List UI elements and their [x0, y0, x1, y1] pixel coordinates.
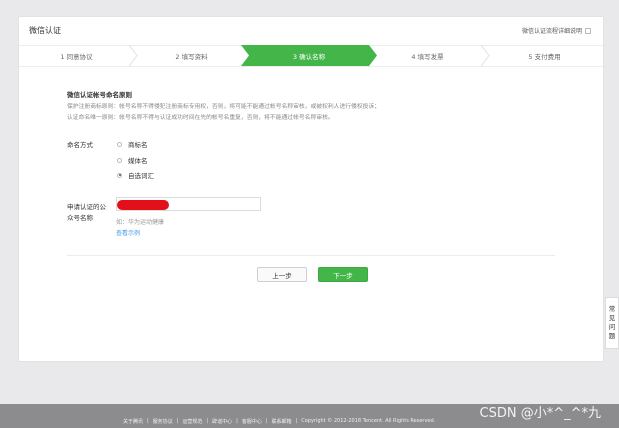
faq-side-tab[interactable]: 常 见 问 题: [605, 297, 619, 349]
radio-icon[interactable]: [117, 157, 122, 163]
footer-link-terms[interactable]: 服务协议: [153, 418, 173, 425]
faq-char: 见: [608, 314, 616, 322]
faq-char: 题: [608, 332, 616, 340]
radio-label: 自选词汇: [128, 172, 154, 180]
certification-card: 微信认证 微信认证流程详细说明 1 同意协议 2 填写资料 3 确认名称 4 填…: [18, 16, 604, 362]
account-name-label: 申请认证的公: [67, 203, 106, 211]
radio-icon[interactable]: [117, 141, 122, 147]
view-example-link[interactable]: 查看示例: [116, 228, 140, 237]
radio-label: 商标名: [128, 141, 148, 149]
radio-trademark[interactable]: 商标名: [117, 139, 148, 149]
card-header: 微信认证 微信认证流程详细说明: [19, 17, 603, 46]
footer-link-rules[interactable]: 运营规范: [182, 418, 202, 425]
help-link[interactable]: 微信认证流程详细说明: [522, 26, 591, 35]
step-separator-icon: [128, 45, 138, 66]
next-step-button[interactable]: 下一步: [318, 267, 368, 282]
step-active-tail: [241, 45, 249, 66]
page-title: 微信认证: [29, 26, 61, 35]
footer-copyright: Copyright © 2012-2018 Tencent. All Right…: [301, 418, 436, 424]
footer-link-about[interactable]: 关于腾讯: [123, 418, 143, 425]
redaction-mark: [117, 200, 169, 210]
footer-link-email[interactable]: 联系邮箱: [272, 418, 292, 425]
progress-steps: 1 同意协议 2 填写资料 3 确认名称 4 填写发票 5 支付费用: [19, 45, 603, 67]
naming-method-label: 命名方式: [67, 141, 93, 149]
radio-custom-words[interactable]: 自选词汇: [117, 170, 154, 180]
footer-link-rumor[interactable]: 辟谣中心: [212, 418, 232, 425]
help-icon[interactable]: [585, 27, 591, 34]
account-name-input[interactable]: [116, 197, 261, 211]
watermark: CSDN @小*^_^*九: [479, 406, 601, 421]
step-active-head: [369, 45, 377, 66]
prev-step-button[interactable]: 上一步: [257, 267, 307, 282]
naming-rules-title: 微信认证帐号命名原则: [67, 91, 132, 99]
naming-rule-unique: 认证命名唯一原则：帐号名称不得与认证成功时间在先的帐号名重复，否则，将不能通过帐…: [67, 115, 334, 121]
account-name-hint: 如：华为运动健康: [116, 219, 165, 226]
radio-label: 媒体名: [128, 157, 148, 165]
step-arrows: [128, 45, 490, 66]
step-separator-icon: [480, 45, 490, 66]
divider: [67, 255, 555, 256]
footer-links: 关于腾讯 | 服务协议 | 运营规范 | 辟谣中心 | 客服中心 | 联系邮箱 | Copy…: [123, 418, 436, 425]
radio-media[interactable]: 媒体名: [117, 155, 148, 165]
naming-rule-trademark: 保护注册商标原则：帐号名称不得侵犯注册商标专用权，否则，将可能不能通过帐号名称审…: [67, 104, 381, 110]
footer: 关于腾讯 | 服务协议 | 运营规范 | 辟谣中心 | 客服中心 | 联系邮箱 | Copy…: [0, 404, 619, 428]
help-link-label[interactable]: 微信认证流程详细说明: [522, 26, 582, 35]
footer-link-support[interactable]: 客服中心: [242, 418, 262, 425]
radio-checked-icon[interactable]: [117, 172, 122, 178]
faq-char: 常: [608, 305, 616, 313]
account-name-label-cont: 众号名称: [67, 214, 93, 222]
faq-char: 问: [608, 323, 616, 331]
